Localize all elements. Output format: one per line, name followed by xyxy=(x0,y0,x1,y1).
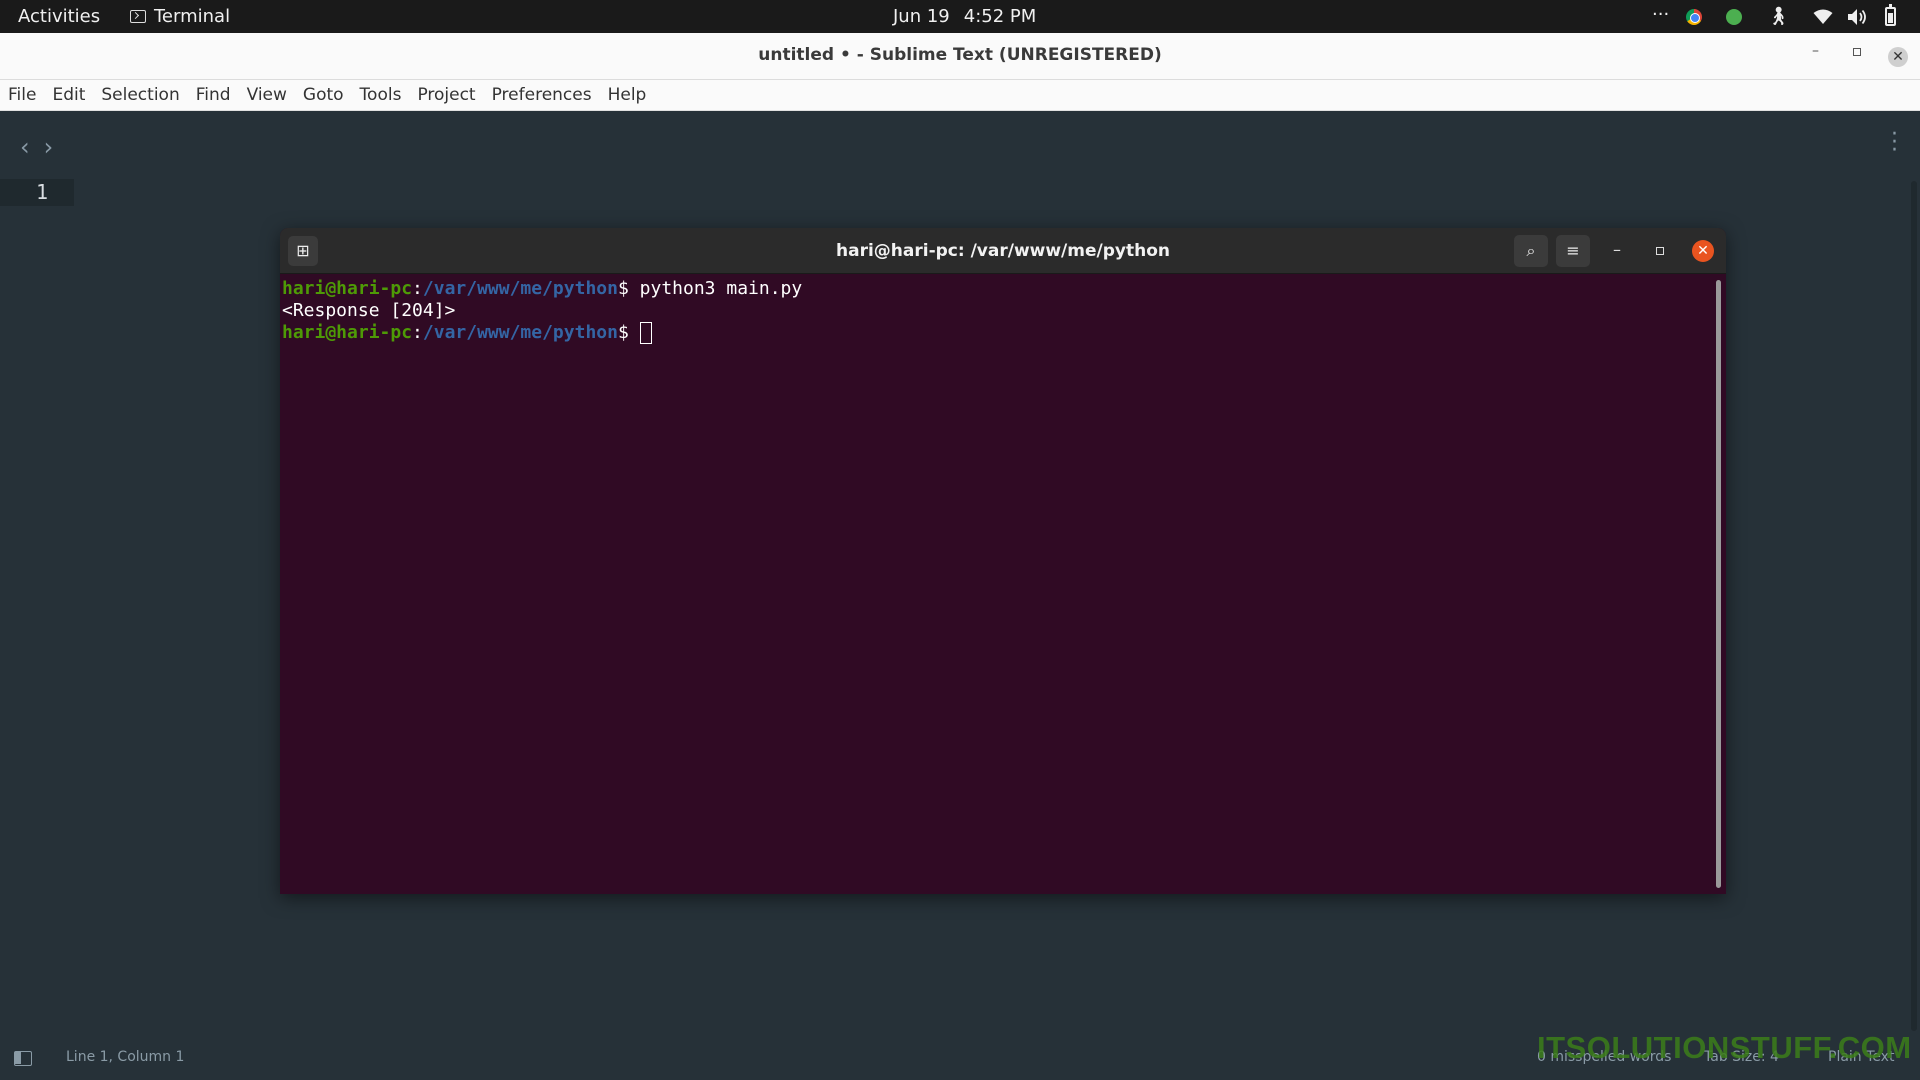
terminal-title: hari@hari-pc: /var/www/me/python xyxy=(836,241,1170,261)
terminal-cursor xyxy=(639,322,652,344)
menu-view[interactable]: View xyxy=(247,80,295,110)
terminal-window[interactable]: ⊞ hari@hari-pc: /var/www/me/python ⌕ ≡ –… xyxy=(280,228,1726,894)
chrome-icon[interactable] xyxy=(1686,9,1702,25)
maximize-button[interactable] xyxy=(1853,48,1861,56)
more-options-icon[interactable]: · · · xyxy=(1891,124,1898,162)
battery-icon[interactable] xyxy=(1885,4,1896,26)
terminal-scrollbar[interactable] xyxy=(1716,280,1721,888)
clock-date: Jun 19 xyxy=(893,6,950,27)
prompt-path: /var/www/me/python xyxy=(422,322,618,343)
menu-help[interactable]: Help xyxy=(608,80,655,110)
command-output: <Response [204]> xyxy=(282,300,456,321)
chevron-left-icon[interactable]: ‹ xyxy=(20,133,30,161)
overflow-dots-icon[interactable]: ··· xyxy=(1652,4,1669,25)
prompt-symbol: $ xyxy=(617,278,640,299)
gnome-top-bar: Activities Terminal Jun 19 4:52 PM ··· 🚶… xyxy=(0,0,1920,33)
app-menu-label: Terminal xyxy=(154,6,231,27)
line-number: 1 xyxy=(0,179,74,206)
window-title: untitled • - Sublime Text (UNREGISTERED) xyxy=(758,45,1162,65)
search-icon[interactable]: ⌕ xyxy=(1514,235,1548,267)
accessibility-icon[interactable]: 🚶︎ xyxy=(1767,6,1790,27)
menu-file[interactable]: File xyxy=(8,80,44,110)
prompt-separator: : xyxy=(412,322,423,343)
terminal-close-button[interactable]: ✕ xyxy=(1692,240,1714,262)
volume-icon[interactable] xyxy=(1847,8,1867,26)
clock-time: 4:52 PM xyxy=(963,6,1037,27)
menu-tools[interactable]: Tools xyxy=(360,80,410,110)
shield-check-icon[interactable] xyxy=(1726,9,1742,25)
cursor-position[interactable]: Line 1, Column 1 xyxy=(66,1049,184,1065)
sublime-title-bar: untitled • - Sublime Text (UNREGISTERED)… xyxy=(0,33,1920,80)
terminal-maximize-button[interactable] xyxy=(1656,247,1664,255)
minimize-button[interactable]: – xyxy=(1812,43,1819,59)
hamburger-menu-icon[interactable]: ≡ xyxy=(1556,235,1590,267)
menu-preferences[interactable]: Preferences xyxy=(492,80,600,110)
tab-nav: ‹ › xyxy=(20,133,53,161)
prompt-symbol: $ xyxy=(617,322,640,343)
terminal-line: hari@hari-pc:/var/www/me/python$ python3… xyxy=(282,278,802,300)
terminal-icon xyxy=(130,10,146,23)
menu-find[interactable]: Find xyxy=(196,80,239,110)
prompt-user: hari@hari-pc xyxy=(282,278,413,299)
close-button[interactable]: ✕ xyxy=(1888,47,1908,67)
command-text: python3 main.py xyxy=(639,278,803,299)
chevron-right-icon[interactable]: › xyxy=(44,133,54,161)
clock[interactable]: Jun 19 4:52 PM xyxy=(893,6,1036,27)
wifi-icon[interactable] xyxy=(1813,9,1833,25)
terminal-output[interactable]: hari@hari-pc:/var/www/me/python$ python3… xyxy=(282,278,802,344)
terminal-line: hari@hari-pc:/var/www/me/python$ xyxy=(282,322,802,344)
menu-project[interactable]: Project xyxy=(417,80,483,110)
menu-goto[interactable]: Goto xyxy=(303,80,352,110)
activities-button[interactable]: Activities xyxy=(18,6,100,27)
prompt-user: hari@hari-pc xyxy=(282,322,413,343)
watermark: ITSOLUTIONSTUFF.COM xyxy=(1537,1030,1912,1065)
menu-edit[interactable]: Edit xyxy=(52,80,93,110)
editor-scrollbar[interactable] xyxy=(1911,181,1917,1031)
app-menu-terminal[interactable]: Terminal xyxy=(130,6,230,27)
terminal-minimize-button[interactable]: – xyxy=(1613,240,1621,259)
menu-bar: File Edit Selection Find View Goto Tools… xyxy=(0,80,1920,111)
prompt-path: /var/www/me/python xyxy=(422,278,618,299)
terminal-line: <Response [204]> xyxy=(282,300,802,322)
terminal-header-bar: ⊞ hari@hari-pc: /var/www/me/python ⌕ ≡ –… xyxy=(280,228,1726,274)
side-panel-icon[interactable] xyxy=(14,1051,32,1066)
prompt-separator: : xyxy=(412,278,423,299)
menu-selection[interactable]: Selection xyxy=(101,80,187,110)
